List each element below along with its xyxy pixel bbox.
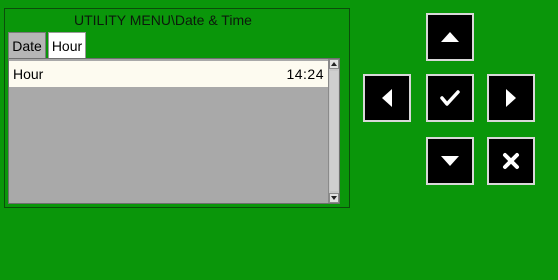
down-button[interactable]	[426, 137, 474, 185]
tab-date[interactable]: Date	[8, 32, 46, 58]
checkmark-icon	[440, 90, 460, 106]
scroll-down-icon	[331, 196, 337, 200]
arrow-right-icon	[506, 89, 516, 107]
tab-hour[interactable]: Hour	[48, 32, 86, 58]
scroll-up-button[interactable]	[329, 59, 339, 69]
hour-value: 14:24	[286, 66, 324, 82]
arrow-down-icon	[441, 156, 459, 166]
arrow-left-icon	[382, 89, 392, 107]
arrow-up-icon	[441, 32, 459, 42]
menu-title: UTILITY MENU\Date & Time	[74, 12, 252, 28]
scroll-down-button[interactable]	[329, 193, 339, 203]
list-scrollbar[interactable]	[328, 59, 339, 203]
cancel-x-icon	[503, 153, 519, 169]
list-item-label: Hour	[13, 66, 44, 82]
scroll-up-icon	[331, 62, 337, 66]
up-button[interactable]	[426, 13, 474, 61]
confirm-button[interactable]	[426, 74, 474, 122]
scrollbar-thumb[interactable]	[330, 71, 338, 191]
list-item-hour[interactable]: Hour 14:24	[9, 61, 328, 87]
right-button[interactable]	[487, 74, 535, 122]
cancel-button[interactable]	[487, 137, 535, 185]
settings-list: Hour 14:24	[8, 58, 340, 204]
left-button[interactable]	[363, 74, 411, 122]
